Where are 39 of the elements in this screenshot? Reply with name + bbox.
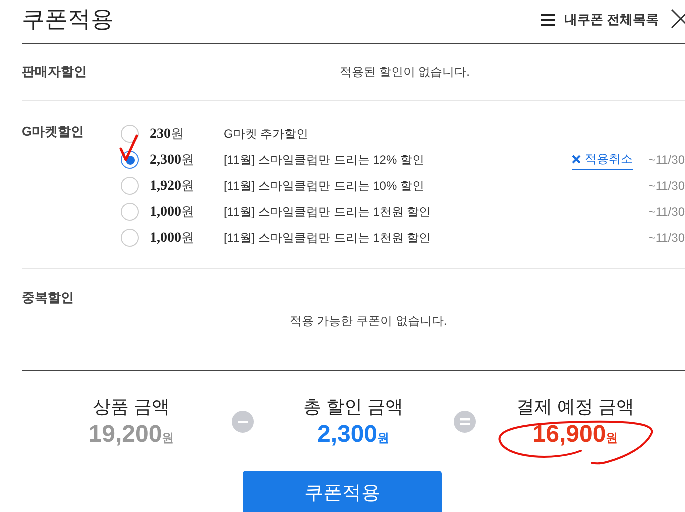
radio-button[interactable] xyxy=(121,203,139,221)
menu-icon xyxy=(541,14,556,26)
close-icon xyxy=(572,154,581,164)
dialog-title: 쿠폰적용 xyxy=(22,5,115,34)
radio-button[interactable] xyxy=(121,229,139,247)
amount-label: 결제 예정 금액 xyxy=(516,396,634,419)
radio-button[interactable] xyxy=(121,177,139,195)
amount-label: 총 할인 금액 xyxy=(303,396,404,419)
equals-icon xyxy=(454,411,476,433)
expiry-date: ~11/30 xyxy=(648,153,685,167)
coupon-amount: 1,920원 xyxy=(150,177,196,195)
section-label: 중복할인 xyxy=(22,289,75,307)
radio-button[interactable] xyxy=(121,125,139,143)
coupon-description: G마켓 추가할인 xyxy=(224,126,310,142)
coupon-description: [11월] 스마일클럽만 드리는 10% 할인 xyxy=(224,178,426,194)
amount-value: 16,900원 xyxy=(532,421,618,449)
coupon-amount: 2,300원 xyxy=(150,151,196,169)
my-coupons-link[interactable]: 내쿠폰 전체목록 xyxy=(541,10,659,28)
minus-icon xyxy=(232,411,254,433)
coupon-description: [11월] 스마일클럽만 드리는 1천원 할인 xyxy=(224,204,432,220)
expiry-date: ~11/30 xyxy=(648,179,685,193)
empty-message: 적용 가능한 쿠폰이 없습니다. xyxy=(288,313,448,330)
coupon-amount: 230원 xyxy=(150,125,185,143)
apply-button[interactable]: 쿠폰적용 xyxy=(243,471,442,512)
section-label: 판매자할인 xyxy=(22,63,88,81)
amount-value: 19,200원 xyxy=(88,421,174,449)
amount-value: 2,300원 xyxy=(317,421,390,449)
close-icon[interactable] xyxy=(671,8,685,28)
radio-button[interactable] xyxy=(121,151,139,169)
coupon-amount: 1,000원 xyxy=(150,203,196,221)
cancel-link[interactable]: 적용취소 xyxy=(572,150,633,170)
amount-label: 상품 금액 xyxy=(92,396,170,419)
coupon-description: [11월] 스마일클럽만 드리는 12% 할인 xyxy=(224,152,426,168)
expiry-date: ~11/30 xyxy=(648,205,685,219)
coupon-amount: 1,000원 xyxy=(150,229,196,247)
coupon-description: [11월] 스마일클럽만 드리는 1천원 할인 xyxy=(224,230,432,246)
empty-message: 적용된 할인이 없습니다. xyxy=(340,64,470,80)
expiry-date: ~11/30 xyxy=(648,231,685,245)
section-label: G마켓할인 xyxy=(22,123,86,141)
